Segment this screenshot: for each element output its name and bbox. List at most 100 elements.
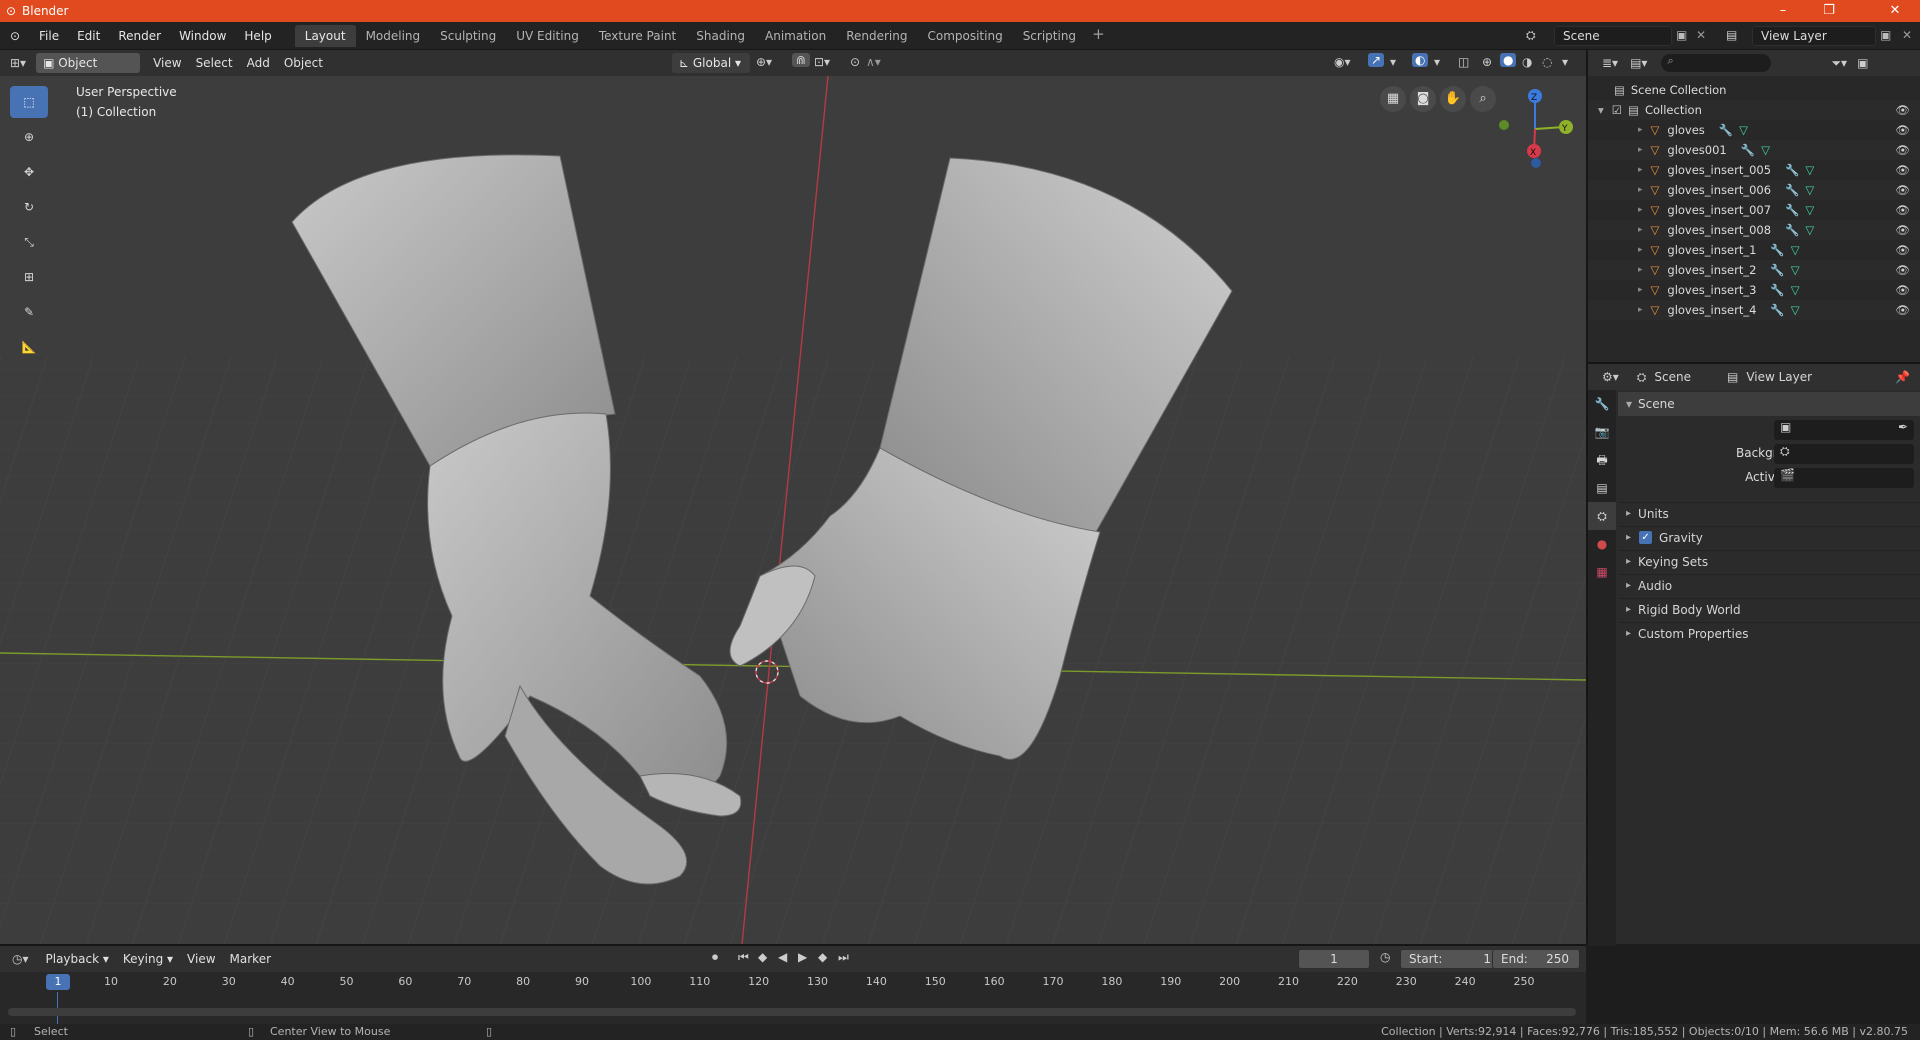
outliner-object-row[interactable]: ▸ ▽ gloves 🔧 ▽ 👁 [1588, 120, 1920, 140]
view-layer-selector[interactable]: View Layer [1752, 26, 1876, 46]
snap-target-icon[interactable]: ⊡▾ [814, 55, 830, 69]
cursor-tool-icon[interactable]: ⊕ [10, 121, 48, 153]
menu-select[interactable]: Select [189, 56, 240, 70]
play-button[interactable]: ▶ [798, 950, 807, 964]
tab-uv-editing[interactable]: UV Editing [506, 25, 589, 47]
tab-texture-paint[interactable]: Texture Paint [589, 25, 686, 47]
xray-icon[interactable]: ◫ [1458, 55, 1469, 69]
navigation-gizmo[interactable]: Z Y X [1490, 84, 1580, 174]
expand-arrow-icon[interactable]: ▸ [1638, 285, 1643, 295]
proportional-edit-icon[interactable]: ⊙ [850, 55, 860, 69]
view-layer-icon[interactable]: ▤ [1726, 28, 1737, 42]
current-frame-field[interactable]: 1 [1298, 949, 1370, 969]
timeline-editor-type-icon[interactable]: ◷▾ [12, 952, 29, 966]
camera-field[interactable]: ▣ ✒ [1774, 420, 1914, 440]
outliner-collection[interactable]: ▾ ☑ ▤ Collection 👁 [1588, 100, 1920, 120]
outliner-object-row[interactable]: ▸ ▽ gloves_insert_007 🔧 ▽ 👁 [1588, 200, 1920, 220]
move-tool-icon[interactable]: ✥ [10, 156, 48, 188]
record-button[interactable]: ⏺ [712, 950, 718, 965]
expand-arrow-icon[interactable]: ▸ [1638, 265, 1643, 275]
header-view-layer-label[interactable]: View Layer [1746, 370, 1812, 384]
material-shading-icon[interactable]: ◑ [1522, 55, 1532, 69]
outliner-scene-collection[interactable]: ▤ Scene Collection [1588, 80, 1920, 100]
play-reverse-button[interactable]: ◀ [778, 950, 787, 964]
eye-icon[interactable]: 👁 [1895, 203, 1910, 217]
zoom-icon[interactable]: ⌕ [1470, 86, 1496, 112]
menu-edit[interactable]: Edit [68, 22, 109, 50]
eye-icon[interactable]: 👁 [1895, 243, 1910, 257]
expand-arrow-icon[interactable]: ▸ [1638, 125, 1643, 135]
playhead-marker[interactable]: 1 [46, 974, 70, 990]
eye-icon[interactable]: 👁 [1895, 103, 1910, 117]
expand-arrow-icon[interactable]: ▸ [1638, 245, 1643, 255]
scene-icon[interactable]: ⛭ [1526, 28, 1536, 43]
properties-section-custom-properties[interactable]: ▸ Custom Properties [1618, 622, 1920, 644]
properties-section-keying-sets[interactable]: ▸ Keying Sets [1618, 550, 1920, 572]
snap-icon[interactable]: ⋒ [792, 53, 811, 67]
outliner-object-row[interactable]: ▸ ▽ gloves_insert_1 🔧 ▽ 👁 [1588, 240, 1920, 260]
view-layer-properties-icon[interactable]: ▤ [1588, 474, 1616, 502]
rendered-shading-icon[interactable]: ◌ [1542, 55, 1552, 69]
menu-add[interactable]: Add [240, 56, 277, 70]
close-button[interactable]: ✕ [1872, 0, 1918, 22]
tab-layout[interactable]: Layout [294, 24, 356, 47]
new-view-layer-icon[interactable]: ▣ [1880, 28, 1891, 42]
scale-tool-icon[interactable]: ⤡ [10, 226, 48, 258]
expand-arrow-icon[interactable]: ▸ [1638, 165, 1643, 175]
properties-section-audio[interactable]: ▸ Audio [1618, 574, 1920, 596]
timeline-ruler[interactable]: 1 10 20 30 40 50 60 70 80 90 100 110 120 130 140 150 16… [0, 972, 1586, 992]
eye-icon[interactable]: 👁 [1895, 263, 1910, 277]
tab-rendering[interactable]: Rendering [836, 25, 917, 47]
menu-timeline-view[interactable]: View [180, 952, 222, 966]
blender-menu-icon[interactable]: ⊙ [0, 29, 30, 43]
menu-keying[interactable]: Keying ▾ [116, 952, 180, 966]
render-properties-icon[interactable]: 📷 [1588, 418, 1616, 446]
outliner-object-row[interactable]: ▸ ▽ gloves001 🔧 ▽ 👁 [1588, 140, 1920, 160]
tool-properties-icon[interactable]: 🔧 [1588, 390, 1616, 418]
outliner-editor-type-icon[interactable]: ≣▾ [1602, 56, 1618, 70]
tab-modeling[interactable]: Modeling [356, 25, 431, 47]
annotate-tool-icon[interactable]: ✎ [10, 296, 48, 328]
background-scene-field[interactable]: ⛭ [1774, 444, 1914, 464]
menu-help[interactable]: Help [235, 22, 280, 50]
falloff-icon[interactable]: ∧▾ [866, 55, 881, 69]
eye-icon[interactable]: 👁 [1895, 143, 1910, 157]
expand-arrow-icon[interactable]: ▸ [1638, 225, 1643, 235]
properties-section-units[interactable]: ▸ Units [1618, 502, 1920, 524]
filter-icon[interactable]: ⏷▾ [1831, 56, 1847, 71]
menu-view[interactable]: View [146, 56, 188, 70]
delete-view-layer-icon[interactable]: ✕ [1902, 28, 1912, 42]
toggle-camera-grid-icon[interactable]: ▦ [1380, 86, 1406, 112]
menu-playback[interactable]: Playback ▾ [39, 952, 116, 966]
properties-section-rigid-body-world[interactable]: ▸ Rigid Body World [1618, 598, 1920, 620]
pan-hand-icon[interactable]: ✋ [1440, 86, 1466, 112]
visibility-icon[interactable]: ◉▾ [1334, 55, 1351, 69]
menu-marker[interactable]: Marker [223, 952, 278, 966]
overlay-menu-icon[interactable]: ▾ [1434, 55, 1440, 69]
prev-keyframe-button[interactable]: ◆ [758, 950, 767, 964]
properties-editor-type-icon[interactable]: ⚙▾ [1602, 370, 1619, 384]
timeline-scrollbar[interactable] [8, 1008, 1576, 1016]
tab-compositing[interactable]: Compositing [917, 25, 1012, 47]
tab-scripting[interactable]: Scripting [1013, 25, 1086, 47]
tab-sculpting[interactable]: Sculpting [430, 25, 506, 47]
wireframe-shading-icon[interactable]: ⊕ [1482, 55, 1492, 69]
outliner-object-row[interactable]: ▸ ▽ gloves_insert_2 🔧 ▽ 👁 [1588, 260, 1920, 280]
3d-viewport[interactable]: User Perspective (1) Collection Z Y X ▦ … [0, 76, 1586, 944]
expand-arrow-icon[interactable]: ▸ [1638, 305, 1643, 315]
overlay-toggle-icon[interactable]: ◐ [1412, 53, 1429, 67]
outliner-object-row[interactable]: ▸ ▽ gloves_insert_4 🔧 ▽ 👁 [1588, 300, 1920, 320]
new-scene-icon[interactable]: ▣ [1676, 28, 1687, 42]
transform-orientation-selector[interactable]: ⊾ Global ▾ [672, 53, 750, 73]
menu-object[interactable]: Object [277, 56, 330, 70]
active-movie-clip-field[interactable]: 🎬 [1774, 468, 1914, 488]
outliner-object-row[interactable]: ▸ ▽ gloves_insert_006 🔧 ▽ 👁 [1588, 180, 1920, 200]
menu-file[interactable]: File [30, 22, 68, 50]
editor-type-icon[interactable]: ⊞▾ [10, 56, 26, 70]
tab-animation[interactable]: Animation [755, 25, 836, 47]
shading-menu-icon[interactable]: ▾ [1562, 55, 1568, 69]
transform-tool-icon[interactable]: ⊞ [10, 261, 48, 293]
new-collection-icon[interactable]: ▣ [1857, 56, 1868, 70]
tab-shading[interactable]: Shading [686, 25, 755, 47]
expand-arrow-icon[interactable]: ▸ [1638, 185, 1643, 195]
